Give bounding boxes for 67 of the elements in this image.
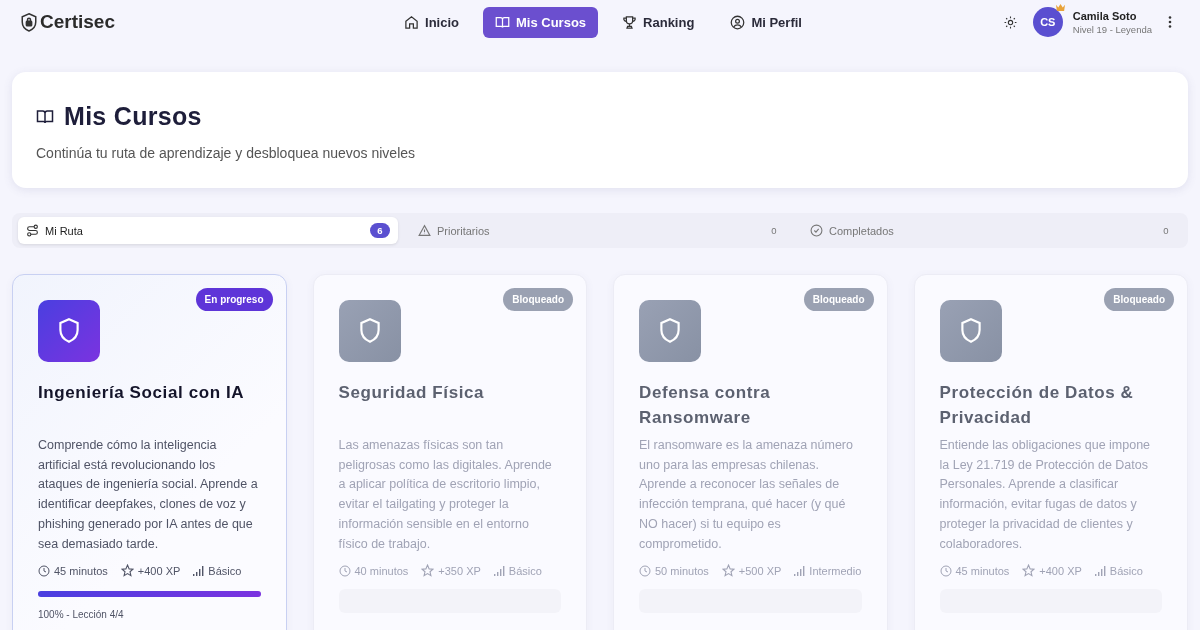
- more-menu-icon[interactable]: [1168, 16, 1172, 28]
- signal-bars-icon: [794, 565, 806, 576]
- course-difficulty: Básico: [508, 564, 542, 577]
- page-title: Mis Cursos: [64, 102, 202, 131]
- nav-tab[interactable]: Ranking: [610, 6, 707, 38]
- star-icon: [421, 564, 435, 577]
- course-description: Entiende las obligaciones que impone la Ley 21.719 de Protección de Datos Personales. Aprende a clasificar información, evitar fugas de datos y proteger la privacidad de clientes y colaboradores.: [939, 437, 1152, 553]
- sun-icon[interactable]: [1003, 15, 1017, 29]
- nav-tab[interactable]: Mi Perfil: [718, 6, 814, 38]
- nav-tab[interactable]: Inicio: [392, 6, 471, 38]
- user-avatar[interactable]: CS: [1032, 7, 1063, 37]
- book-icon: [36, 107, 54, 126]
- course-difficulty: Básico: [208, 564, 242, 577]
- crown-icon: [1054, 3, 1066, 12]
- shield-icon: [939, 300, 1002, 362]
- star-icon: [721, 564, 735, 577]
- course-description: El ransomware es la amenaza número uno para las empresas chilenas. Aprende a reconocer las señales de infección temprana, qué hacer (y qué NO hacer) si tu equipo es comprometido.: [639, 437, 854, 553]
- progress-text: 100% - Lección 4/4: [38, 609, 125, 620]
- course-duration: 45 minutos: [955, 564, 1010, 577]
- course-xp: +500 XP: [738, 564, 782, 577]
- route-icon: [26, 224, 39, 237]
- course-duration: 50 minutos: [655, 564, 709, 577]
- course-title: Seguridad Física: [338, 382, 486, 404]
- status-badge: Bloqueado: [503, 288, 573, 311]
- shield-icon: [639, 300, 701, 362]
- check-circle-icon: [810, 224, 823, 237]
- warning-icon: [418, 224, 431, 237]
- status-badge: Bloqueado: [803, 288, 874, 311]
- course-difficulty: Básico: [1109, 564, 1143, 577]
- signal-bars-icon: [493, 565, 505, 576]
- shield-lock-icon: [20, 12, 38, 32]
- course-xp: +400 XP: [1039, 564, 1082, 577]
- shield-icon: [38, 300, 100, 362]
- course-description: Las amenazas físicas son tan peligrosas como las digitales. Aprende a aplicar política de escritorio limpio, evitar el tailgating y proteger la información sensible en el entorno físico de trabajo.: [338, 437, 553, 553]
- course-xp: +400 XP: [137, 564, 181, 577]
- course-description: Comprende cómo la inteligencia artificial está revolucionando los ataques de ingeniería social. Aprende a identificar deepfakes, clones de voz y phishing generado por IA antes de que sea demasiado tarde.: [38, 437, 259, 553]
- clock-icon: [38, 564, 50, 577]
- star-icon: [1022, 564, 1036, 577]
- page-subtitle: Continúa tu ruta de aprendizaje y desbloquea nuevos niveles: [36, 145, 417, 161]
- brand-name: Certisec: [40, 11, 115, 33]
- course-title: Defensa contra Ransomware: [639, 382, 772, 429]
- course-title: Protección de Datos & Privacidad: [939, 382, 1135, 429]
- course-difficulty: Intermedio: [809, 564, 862, 577]
- course-card[interactable]: [12, 274, 287, 630]
- clock-icon: [939, 564, 952, 577]
- clock-icon: [639, 564, 651, 577]
- home-icon: [404, 14, 420, 30]
- course-duration: 40 minutos: [354, 564, 409, 577]
- status-badge: En progreso: [195, 288, 273, 311]
- user-name: Camila Soto: [1072, 9, 1138, 22]
- book-icon: [495, 14, 510, 30]
- course-xp: +350 XP: [438, 564, 481, 577]
- course-duration: 45 minutos: [54, 564, 108, 577]
- course-title: Ingeniería Social con IA: [38, 382, 246, 404]
- trophy-icon: [622, 14, 638, 30]
- status-badge: Bloqueado: [1104, 288, 1174, 311]
- filter-tab[interactable]: Prioritarios 0: [410, 217, 790, 244]
- nav-tab[interactable]: Mis Cursos: [483, 6, 599, 38]
- signal-bars-icon: [1094, 565, 1106, 576]
- shield-icon: [338, 300, 401, 362]
- user-level: Nivel 19 - Leyenda: [1072, 23, 1152, 35]
- signal-bars-icon: [193, 565, 205, 576]
- filter-tab[interactable]: Completados 0: [802, 217, 1182, 244]
- clock-icon: [338, 564, 351, 577]
- star-icon: [120, 564, 134, 577]
- user-icon: [730, 14, 746, 30]
- filter-tab[interactable]: Mi Ruta 6: [18, 217, 398, 244]
